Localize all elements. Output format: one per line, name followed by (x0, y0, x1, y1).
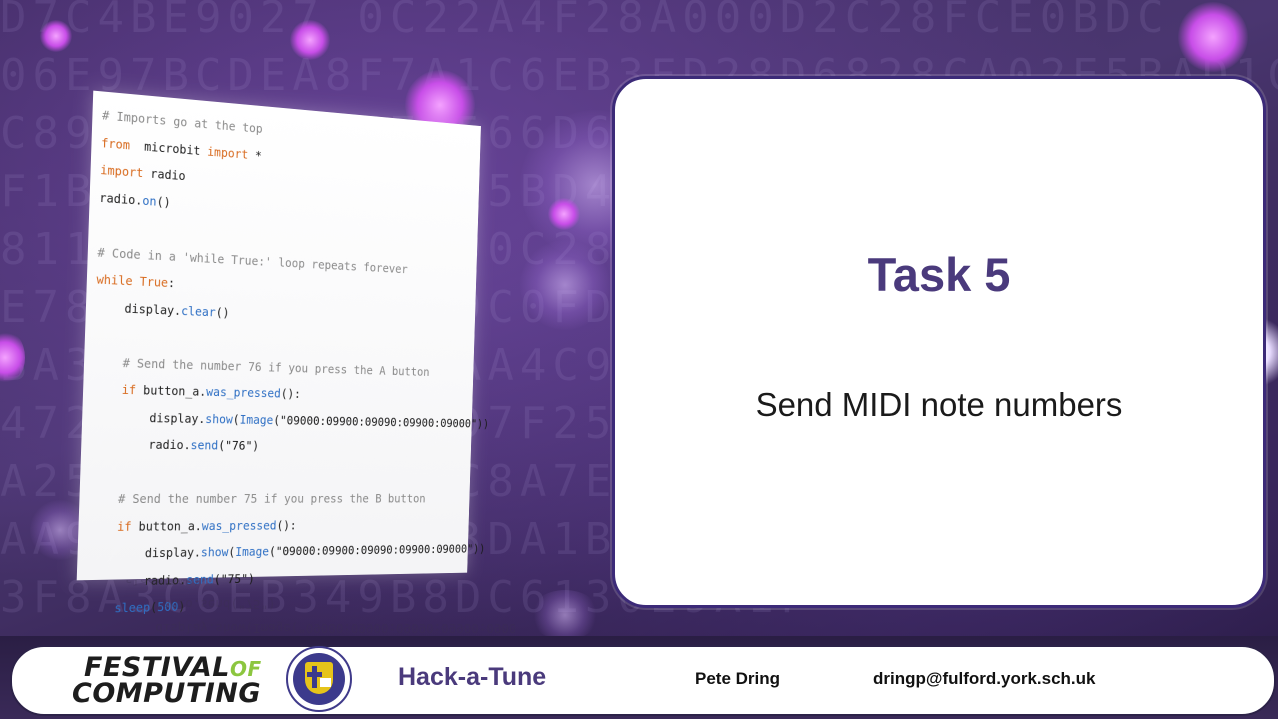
reflection-line: radio.send("75") (95, 597, 276, 612)
code-token: ("76") (217, 437, 260, 453)
code-token: while (96, 271, 133, 289)
logo-word-computing: COMPUTING (72, 678, 262, 709)
school-crest-icon (286, 646, 352, 712)
code-token: () (215, 304, 230, 320)
code-token: import (100, 162, 144, 181)
glow-orb (290, 20, 330, 60)
glow-orb (530, 590, 600, 640)
code-token: display. (91, 408, 206, 426)
code-token: button_a. (135, 382, 207, 399)
code-reflection: display.show(Image("09000:09900:09090:09… (95, 580, 515, 640)
code-token: from (100, 134, 131, 152)
code-screenshot-panel: # Imports go at the top from microbit imp… (76, 90, 489, 615)
code-token: True (139, 273, 169, 290)
code-token: display. (95, 298, 182, 318)
code-token: was_pressed (205, 384, 282, 401)
author-email: dringp@fulford.york.sch.uk (873, 669, 1096, 688)
code-token: button_a. (131, 517, 203, 534)
glow-orb (520, 240, 610, 330)
code-token: radio (143, 165, 186, 184)
slide: D7C4BE9027 0C22A4F28A000D2C28FCE0BDC 06E9… (0, 0, 1278, 719)
code-token: on (142, 192, 157, 209)
code-token: : (167, 275, 176, 291)
glow-orb (1178, 2, 1248, 72)
code-token: ("09000:09900:09090:09900:09000")) (268, 541, 486, 559)
code-token: if (92, 381, 137, 398)
code-line: # Send the number 75 if you press the B … (89, 485, 487, 512)
code-listing: # Imports go at the top from microbit imp… (85, 101, 498, 622)
author-name: Pete Dring (695, 669, 781, 688)
task-card: Task 5 Send MIDI note numbers (612, 76, 1266, 608)
task-title: Task 5 (867, 248, 1011, 301)
code-line (90, 458, 488, 486)
code-token: clear (180, 302, 217, 319)
code-token: # Send the number 76 if you press the A … (93, 353, 430, 379)
task-subtitle: Send MIDI note numbers (755, 386, 1123, 423)
code-token: microbit (129, 137, 208, 158)
festival-of-computing-logo: FESTIVALOF COMPUTING (72, 650, 272, 710)
glow-orb (40, 20, 72, 52)
code-token: if (87, 518, 132, 534)
code-token: import (207, 143, 249, 162)
code-token: () (156, 193, 171, 210)
glow-orb (548, 198, 580, 230)
event-title: Hack-a-Tune (398, 663, 547, 691)
code-token: radio. (90, 436, 191, 453)
reflection-line: sleep(500) (95, 580, 201, 588)
code-token: was_pressed (201, 517, 277, 533)
code-token: * (248, 146, 263, 163)
code-token: send (190, 437, 219, 453)
code-token: (): (280, 386, 301, 401)
code-token: # Send the number 75 if you press the B … (88, 491, 426, 507)
code-token: show (200, 544, 229, 560)
hex-row: D7C4BE9027 0C22A4F28A000D2C28FCE0BDC (0, 0, 1170, 43)
code-token: radio. (99, 189, 143, 208)
code-token: Image (239, 411, 274, 427)
code-token: (): (276, 517, 297, 532)
code-token: Image (235, 543, 270, 559)
code-token: display. (87, 544, 202, 562)
code-token: show (205, 410, 234, 426)
code-token: ("09000:09900:09090:09900:09000")) (273, 412, 490, 430)
